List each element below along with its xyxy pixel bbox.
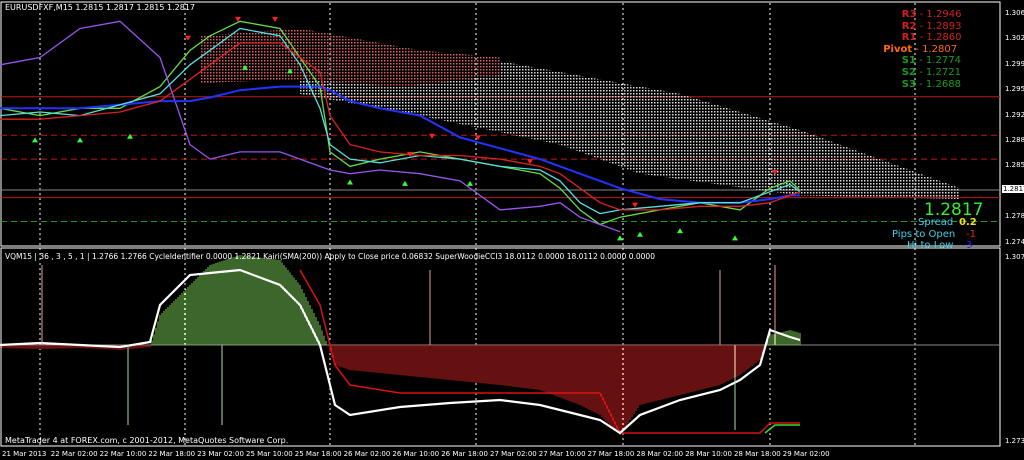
- pivot-name: Pivot: [883, 43, 913, 55]
- pips-to-open-value: -1: [966, 229, 976, 240]
- time-axis-label: 25 Mar 18:00: [294, 450, 342, 458]
- price-axis-label: 1.2955: [1005, 85, 1024, 94]
- oscillator: [0, 255, 1000, 435]
- time-axis-label: 27 Mar 18:00: [587, 450, 635, 458]
- buy-arrow-icon: [617, 235, 623, 241]
- pivot-name: S3: [901, 78, 916, 90]
- time-axis-label: 23 Mar 02:00: [197, 450, 244, 458]
- pivot-level-r1: R1 - 1.2860: [902, 32, 962, 43]
- time-axis-label: 26 Mar 02:00: [343, 450, 391, 458]
- buy-arrow-icon: [467, 180, 473, 186]
- oscillator-green-line: [764, 424, 800, 434]
- pivot-value: - 1.2721: [915, 67, 961, 78]
- pivot-name: R1: [901, 32, 917, 44]
- pips-to-open-label: Pips to Open: [892, 229, 956, 240]
- chart-title: EURUSDFXF,M15 1.2815 1.2817 1.2815 1.281…: [5, 3, 196, 12]
- price-axis-label: 1.2817: [1002, 185, 1024, 194]
- pivot-name: S2: [901, 67, 916, 78]
- sell-arrow-icon: [272, 16, 278, 22]
- time-axis-label: 26 Mar 18:00: [441, 450, 488, 458]
- spread-value: 0.2: [959, 217, 977, 228]
- time-axis-label: 28 Mar 02:00: [636, 450, 684, 458]
- time-axis-label: 26 Mar 10:00: [392, 450, 440, 458]
- buy-arrow-icon: [32, 137, 38, 143]
- buy-arrow-icon: [347, 179, 353, 185]
- pivot-value: - 1.2774: [915, 55, 961, 67]
- pivot-value: - 1.2893: [916, 20, 962, 32]
- price-axis-label: 1.2920: [1005, 110, 1024, 119]
- buy-arrow-icon: [402, 180, 408, 186]
- buy-arrow-icon: [677, 228, 683, 234]
- buy-arrow-icon: [732, 235, 738, 241]
- hi-to-low-value: 3: [966, 240, 973, 251]
- hi-to-low-label: Hi to Low: [907, 240, 954, 251]
- time-axis-label: 28 Mar 18:00: [734, 450, 781, 458]
- pivot-name: S1: [901, 55, 916, 67]
- pivot-level-s1: S1 - 1.2774: [902, 55, 961, 66]
- time-axis-label: 28 Mar 10:00: [685, 450, 732, 458]
- time-axis-label: 27 Mar 02:00: [490, 450, 537, 458]
- sell-arrow-icon: [527, 159, 533, 165]
- price-axis-label: 1.2850: [1005, 161, 1024, 170]
- indicator-info-line: VQM15 | 36 , 3 , 5 , 1 | 1.2766 1.2766 C…: [5, 252, 655, 261]
- pivot-level-pivot: Pivot - 1.2807: [883, 44, 957, 55]
- pivot-level-r2: R2 - 1.2893: [902, 21, 962, 32]
- chart-canvas[interactable]: [0, 0, 1024, 460]
- time-axis-label: 22 Mar 10:00: [99, 450, 147, 458]
- price-axis-label: 1.2780: [1005, 212, 1024, 221]
- time-axis-label: 22 Mar 18:00: [148, 450, 196, 458]
- buy-arrow-icon: [77, 137, 83, 143]
- indicator-axis-bottom: 1.2732: [1005, 437, 1024, 445]
- time-axis-label: 21 Mar 2013: [2, 450, 47, 458]
- pivot-level-r3: R3 - 1.2946: [902, 9, 962, 20]
- pivot-name: R3: [901, 9, 917, 20]
- pivot-value: - 1.2946: [916, 9, 962, 20]
- price-axis-label: 1.3025: [1005, 34, 1024, 43]
- spread-label: Spread: [918, 217, 954, 228]
- time-axis-label: 29 Mar 02:00: [782, 450, 830, 458]
- price-axis-label: 1.2990: [1005, 59, 1024, 68]
- pivot-value: - 1.2688: [915, 78, 961, 90]
- cloud-area-bearish: [200, 28, 500, 87]
- sell-arrow-icon: [429, 133, 435, 139]
- pivot-name: R2: [901, 20, 917, 32]
- price-axis-label: 1.2885: [1005, 136, 1024, 144]
- time-axis-label: 25 Mar 10:00: [246, 450, 293, 458]
- indicator-axis-top: 1.3079: [1005, 253, 1024, 261]
- copyright-text: MetaTrader 4 at FOREX.com, c 2001-2012, …: [5, 436, 289, 445]
- pivot-value: - 1.2807: [912, 43, 958, 55]
- buy-arrow-icon: [637, 231, 643, 237]
- price-axis-label: 1.2745: [1005, 237, 1024, 246]
- sell-arrow-icon: [632, 202, 638, 208]
- buy-arrow-icon: [127, 133, 133, 139]
- pivot-level-s3: S3 - 1.2688: [902, 79, 961, 90]
- time-axis-label: 22 Mar 02:00: [50, 450, 98, 458]
- pivot-level-s2: S2 - 1.2721: [902, 67, 961, 78]
- time-axis-label: 27 Mar 10:00: [538, 450, 586, 458]
- sell-arrow-icon: [185, 35, 191, 41]
- price-axis-label: 1.3060: [1005, 9, 1024, 17]
- pivot-value: - 1.2860: [916, 32, 962, 44]
